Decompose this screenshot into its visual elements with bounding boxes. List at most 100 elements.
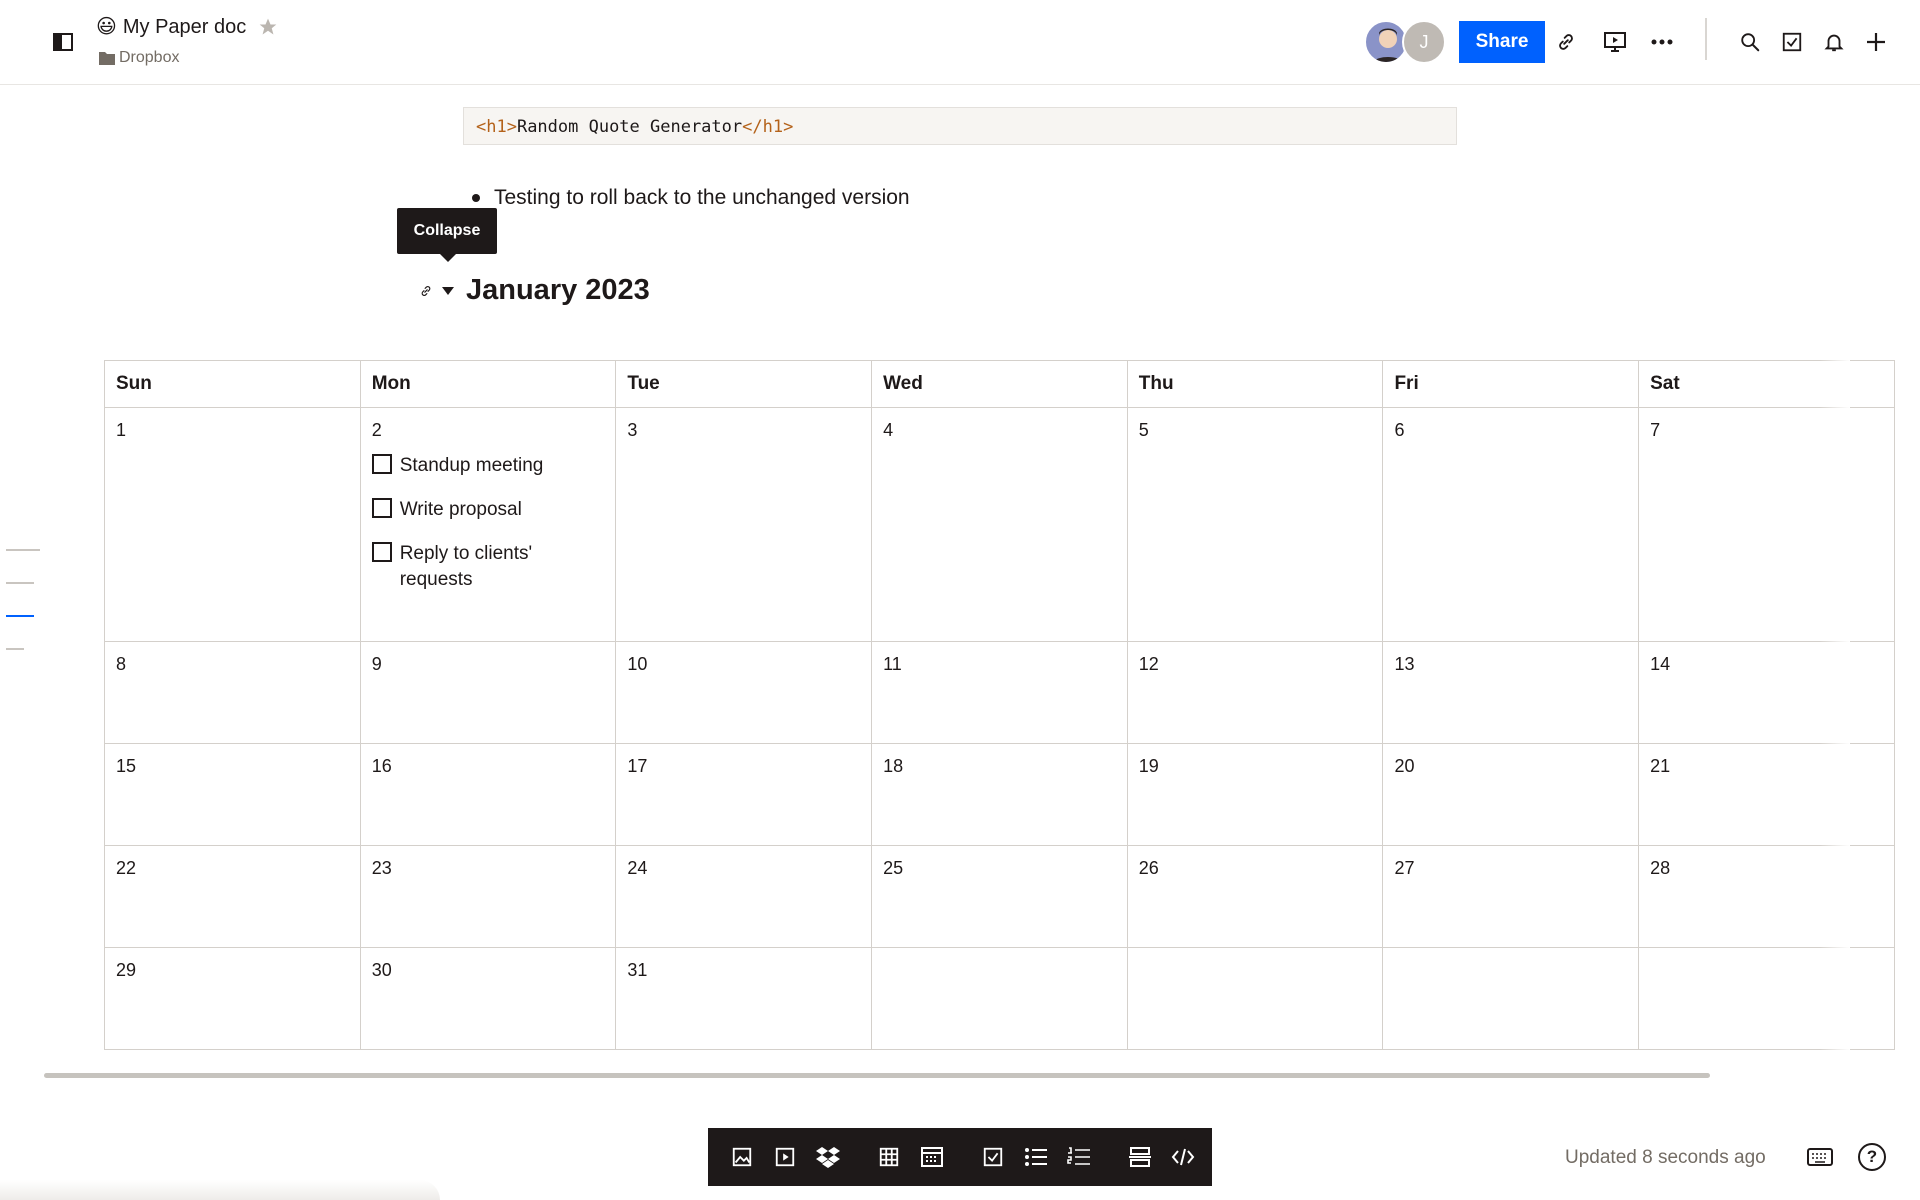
calendar-cell[interactable]: 25: [871, 845, 1128, 948]
task-checkbox[interactable]: [371, 542, 392, 562]
date-number: 23: [371, 858, 392, 878]
day-header-fri[interactable]: Fri: [1382, 360, 1640, 408]
tasks-icon[interactable]: [1778, 28, 1806, 56]
task-checkbox[interactable]: [371, 454, 392, 474]
dropbox-icon[interactable]: [813, 1142, 843, 1172]
calendar-cell[interactable]: 18: [871, 743, 1128, 846]
calendar-week-row: 22 23 24 25 26 27 28: [104, 845, 1895, 948]
calendar-cell[interactable]: 4: [871, 407, 1128, 642]
doc-emoji[interactable]: 😃: [96, 14, 117, 40]
calendar-cell[interactable]: 1: [104, 407, 361, 642]
day-header-mon[interactable]: Mon: [359, 360, 617, 408]
calendar-cell[interactable]: 20: [1382, 743, 1640, 846]
sidebar-toggle-icon[interactable]: [50, 29, 76, 55]
star-icon[interactable]: [258, 17, 278, 37]
avatar-initial[interactable]: J: [1402, 20, 1446, 64]
calendar-cell[interactable]: 3: [615, 407, 873, 642]
day-header-sun[interactable]: Sun: [104, 360, 361, 408]
outline-mark[interactable]: [6, 549, 40, 551]
insert-image-icon[interactable]: [727, 1142, 757, 1172]
collapse-caret-icon[interactable]: [440, 281, 456, 301]
insert-video-icon[interactable]: [770, 1142, 800, 1172]
task-text[interactable]: Standup meeting: [400, 453, 550, 479]
heading-link-icon[interactable]: [418, 281, 434, 301]
code-block[interactable]: <h1>Random Quote Generator</h1>: [463, 107, 1457, 145]
outline-mark[interactable]: [6, 582, 34, 584]
calendar-header-row: Sun Mon Tue Wed Thu Fri Sat: [104, 360, 1895, 408]
day-header-thu[interactable]: Thu: [1126, 360, 1384, 408]
calendar-cell[interactable]: 15: [104, 743, 361, 846]
insert-timeline-icon[interactable]: [917, 1142, 947, 1172]
calendar-table: Sun Mon Tue Wed Thu Fri Sat 1 2 Standup …: [104, 360, 1895, 1050]
calendar-cell[interactable]: 9: [359, 641, 617, 744]
calendar-cell[interactable]: [1382, 947, 1640, 1050]
task-item: Write proposal: [371, 497, 605, 523]
calendar-cell[interactable]: 17: [615, 743, 873, 846]
day-header-sat[interactable]: Sat: [1638, 360, 1895, 408]
calendar-cell[interactable]: 16: [359, 743, 617, 846]
share-button[interactable]: Share: [1459, 21, 1545, 63]
calendar-cell[interactable]: 21: [1638, 743, 1895, 846]
task-text[interactable]: Reply to clients' requests: [400, 541, 550, 593]
code-block-icon[interactable]: [1168, 1142, 1198, 1172]
calendar-cell[interactable]: 6: [1382, 407, 1640, 642]
present-icon[interactable]: [1601, 28, 1629, 56]
day-header-tue[interactable]: Tue: [615, 360, 873, 408]
doc-title[interactable]: My Paper doc: [123, 16, 246, 39]
date-number: 19: [1138, 756, 1159, 776]
calendar-cell[interactable]: 27: [1382, 845, 1640, 948]
calendar-cell[interactable]: 2 Standup meeting Write proposal Reply t…: [359, 407, 617, 642]
date-number: 14: [1650, 654, 1671, 674]
calendar-cell[interactable]: 23: [359, 845, 617, 948]
day-header-wed[interactable]: Wed: [871, 360, 1128, 408]
calendar-cell[interactable]: [1638, 947, 1895, 1050]
calendar-cell[interactable]: 31: [615, 947, 873, 1050]
date-number: 28: [1650, 858, 1671, 878]
calendar-cell[interactable]: 8: [104, 641, 361, 744]
calendar-cell[interactable]: 22: [104, 845, 361, 948]
calendar-cell[interactable]: 14: [1638, 641, 1895, 744]
bullet-list-item[interactable]: Testing to roll back to the unchanged ve…: [472, 186, 910, 210]
doc-location[interactable]: Dropbox: [99, 49, 179, 67]
date-number: 16: [371, 756, 392, 776]
outline-mark-active[interactable]: [6, 615, 34, 617]
calendar-cell[interactable]: 28: [1638, 845, 1895, 948]
help-icon[interactable]: ?: [1858, 1143, 1886, 1171]
calendar-cell[interactable]: 5: [1126, 407, 1384, 642]
date-number: 6: [1394, 420, 1405, 440]
calendar-cell[interactable]: 26: [1126, 845, 1384, 948]
insert-checklist-icon[interactable]: [978, 1142, 1008, 1172]
calendar-cell[interactable]: 19: [1126, 743, 1384, 846]
date-number: 12: [1138, 654, 1159, 674]
task-list: Standup meeting Write proposal Reply to …: [371, 453, 605, 593]
bulleted-list-icon[interactable]: [1021, 1142, 1051, 1172]
calendar-cell[interactable]: 7: [1638, 407, 1895, 642]
bottom-left-fade: [0, 1180, 440, 1200]
calendar-cell[interactable]: [1126, 947, 1384, 1050]
search-icon[interactable]: [1736, 28, 1764, 56]
calendar-cell[interactable]: 10: [615, 641, 873, 744]
keyboard-shortcuts-icon[interactable]: [1806, 1145, 1834, 1169]
numbered-list-icon[interactable]: [1064, 1142, 1094, 1172]
more-options-icon[interactable]: [1648, 28, 1676, 56]
calendar-cell[interactable]: 29: [104, 947, 361, 1050]
task-checkbox[interactable]: [371, 498, 392, 518]
insert-table-icon[interactable]: [874, 1142, 904, 1172]
calendar-cell[interactable]: [871, 947, 1128, 1050]
calendar-cell[interactable]: 24: [615, 845, 873, 948]
divider-icon[interactable]: [1125, 1142, 1155, 1172]
notifications-bell-icon[interactable]: [1820, 28, 1848, 56]
calendar-cell[interactable]: 12: [1126, 641, 1384, 744]
date-number: 30: [371, 960, 392, 980]
outline-mark[interactable]: [6, 648, 24, 650]
date-number: 10: [627, 654, 648, 674]
create-plus-icon[interactable]: [1862, 28, 1890, 56]
header-divider: [1705, 18, 1707, 60]
calendar-cell[interactable]: 13: [1382, 641, 1640, 744]
copy-link-icon[interactable]: [1552, 28, 1580, 56]
date-number: 22: [116, 858, 137, 878]
calendar-cell[interactable]: 30: [359, 947, 617, 1050]
task-text[interactable]: Write proposal: [400, 497, 550, 523]
horizontal-scrollbar[interactable]: [44, 1073, 1710, 1078]
calendar-cell[interactable]: 11: [871, 641, 1128, 744]
